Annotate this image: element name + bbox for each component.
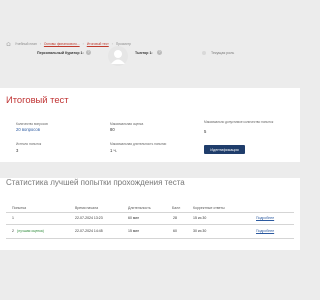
max-duration-value: 1 ч. bbox=[110, 148, 117, 153]
breadcrumb-item-test[interactable]: Итоговый тест bbox=[87, 42, 109, 46]
role-dot bbox=[202, 51, 206, 55]
tutor-label: Тьютор 1: bbox=[135, 51, 153, 55]
details-link[interactable]: Подробнее bbox=[256, 216, 274, 220]
attempt-correct: 30 из 30 bbox=[193, 229, 207, 233]
curator-label: Персональный Куратор 1: bbox=[37, 51, 84, 55]
home-icon[interactable] bbox=[6, 41, 11, 46]
identification-button[interactable]: Идентификация bbox=[204, 145, 245, 154]
max-attempts-label: Максимально допустимое количество попыто… bbox=[204, 120, 274, 124]
used-attempts-value: 3 bbox=[16, 148, 19, 153]
breadcrumb-item-course[interactable]: Основы финансового... bbox=[44, 42, 80, 46]
current-role-label: Текущая роль bbox=[211, 51, 235, 55]
attempt-duration: 60 мин bbox=[128, 216, 140, 220]
breadcrumb-separator: › bbox=[111, 41, 113, 46]
attempt-start: 22-07-2024 14:45 bbox=[75, 229, 103, 233]
max-attempts-value: 5 bbox=[204, 129, 207, 134]
best-score-note: (лучшая оценка) bbox=[17, 229, 44, 233]
page: Учебный план › Основы финансового... › И… bbox=[0, 0, 300, 300]
attempt-start: 22-07-2024 13:23 bbox=[75, 216, 103, 220]
used-attempts-label: Истекло попыток bbox=[16, 142, 42, 146]
max-duration-label: Максимальная длительность попытки bbox=[110, 142, 167, 146]
breadcrumb-item-plan[interactable]: Учебный план bbox=[15, 42, 37, 46]
help-icon[interactable]: ? bbox=[157, 50, 162, 55]
column-header-duration: Длительность bbox=[128, 206, 151, 210]
attempt-score: 60 bbox=[173, 229, 177, 233]
table-divider bbox=[6, 224, 294, 225]
stats-card bbox=[0, 178, 300, 250]
breadcrumb-item-current: Просмотр bbox=[115, 41, 131, 46]
details-link[interactable]: Подробнее bbox=[256, 229, 274, 233]
max-score-value: 80 bbox=[110, 127, 115, 132]
column-header-score: Балл bbox=[172, 206, 181, 210]
table-divider bbox=[6, 238, 294, 239]
stats-title: Статистика лучшей попытки прохождения те… bbox=[6, 178, 185, 187]
max-score-label: Максимальная оценка bbox=[110, 122, 144, 126]
breadcrumb-separator: › bbox=[39, 41, 41, 46]
questions-label: Количество вопросов bbox=[16, 122, 48, 126]
help-icon[interactable]: ? bbox=[86, 50, 91, 55]
column-header-correct: Корректные ответы bbox=[193, 206, 225, 210]
attempt-number: 1 bbox=[12, 216, 14, 220]
attempt-duration: 15 мин bbox=[128, 229, 140, 233]
column-header-attempt: Попытка bbox=[12, 206, 27, 210]
attempt-score: 28 bbox=[173, 216, 177, 220]
attempt-number: 2 bbox=[12, 229, 14, 233]
breadcrumb-separator: › bbox=[82, 41, 84, 46]
questions-value: 20 вопросов bbox=[16, 127, 40, 132]
table-divider bbox=[6, 212, 294, 213]
column-header-start: Время начала bbox=[75, 206, 99, 210]
attempt-correct: 15 из 30 bbox=[193, 216, 207, 220]
avatar-icon[interactable] bbox=[108, 46, 128, 66]
page-title: Итоговый тест bbox=[6, 94, 69, 105]
